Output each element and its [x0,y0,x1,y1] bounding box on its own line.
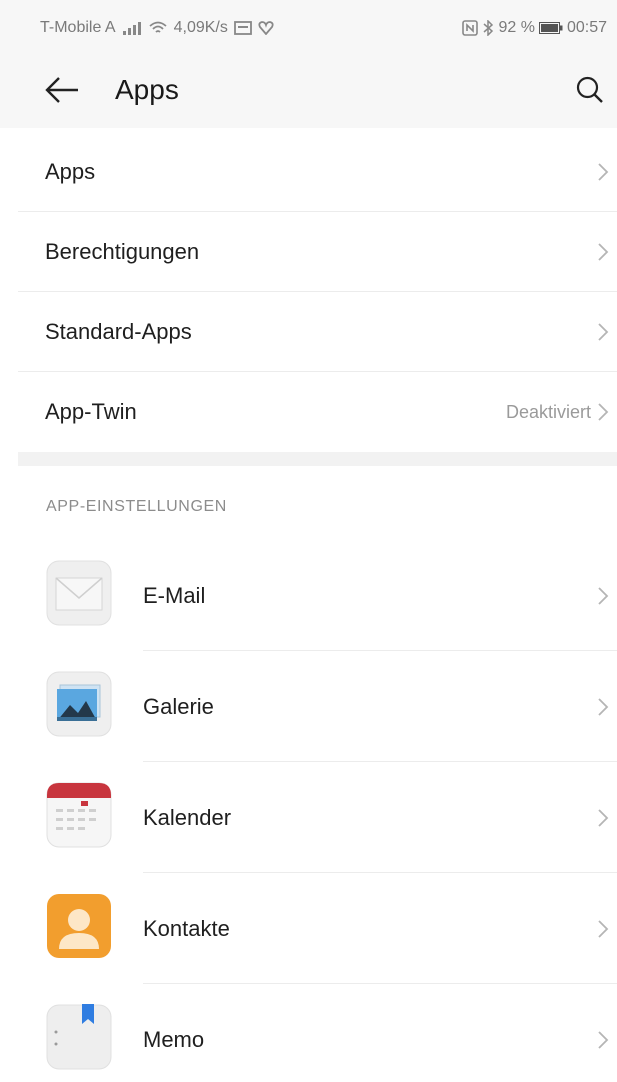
clock: 00:57 [566,19,607,36]
menu-item-label: Standard-Apps [45,318,192,344]
menu-item-label: Apps [45,158,96,184]
search-icon [575,75,605,110]
nfc-icon [462,20,479,36]
chevron-right-icon [597,584,611,608]
app-item-kalender[interactable]: Kalender [18,762,617,873]
wifi-icon [148,20,168,36]
menu-item-berechtigungen[interactable]: Berechtigungen [18,212,617,292]
app-item-kontakte[interactable]: Kontakte [18,873,617,984]
row-right [591,132,611,211]
carrier-label: T-Mobile A [40,19,116,36]
status-bar: T-Mobile A 4,09K/s 92 % 00:57 [0,0,617,56]
arrow-left-icon [44,76,80,109]
calendar-app-icon [46,782,112,848]
battery-icon [538,22,563,34]
chevron-right-icon [597,1028,611,1052]
chevron-right-icon [597,695,611,719]
screen: T-Mobile A 4,09K/s 92 % 00:57 Apps Apps … [0,0,617,1082]
app-bar: Apps [0,56,617,128]
network-speed: 4,09K/s [173,19,228,36]
app-item-galerie[interactable]: Galerie [18,651,617,762]
chevron-right-icon [597,400,611,424]
menu-item-app-twin[interactable]: App-Twin Deaktiviert [18,372,617,452]
app-item-label: Kontakte [143,915,230,941]
contacts-app-icon [46,893,112,959]
app-item-label: Memo [143,1026,205,1052]
row-right: Deaktiviert [506,372,611,452]
app-item-label: Kalender [143,804,232,830]
app-item-memo[interactable]: Memo [18,984,617,1082]
row-right [597,873,611,984]
menu-item-label: App-Twin [45,399,137,424]
search-button[interactable] [572,74,608,110]
app-item-email[interactable]: E-Mail [18,540,617,651]
menu-item-standard-apps[interactable]: Standard-Apps [18,292,617,372]
app-settings-list: E-Mail Galerie Kalender Kontakte Memo [18,540,617,1082]
section-divider [18,452,617,466]
row-right [591,212,611,291]
row-right [597,540,611,651]
row-right [597,984,611,1082]
signal-icon [122,21,142,35]
settings-menu: Apps Berechtigungen Standard-Apps App-Tw… [18,132,617,452]
chevron-right-icon [597,160,611,184]
battery-percent: 92 % [498,19,535,36]
email-app-icon [46,560,112,626]
heart-icon [258,21,274,35]
gallery-app-icon [46,671,112,737]
app-twin-status: Deaktiviert [505,401,591,422]
chevron-right-icon [597,320,611,344]
chevron-right-icon [597,917,611,941]
menu-item-label: Berechtigungen [45,238,200,264]
bluetooth-icon [482,20,494,36]
memo-app-icon [46,1004,112,1070]
chevron-right-icon [597,240,611,264]
screen-cast-icon [233,21,252,35]
page-title: Apps [115,74,179,105]
section-header: APP-EINSTELLUNGEN [46,498,227,515]
status-right: 92 % 00:57 [462,19,607,37]
menu-item-apps[interactable]: Apps [18,132,617,212]
back-button[interactable] [44,76,84,108]
chevron-right-icon [597,806,611,830]
app-item-label: E-Mail [143,582,206,608]
status-left: T-Mobile A 4,09K/s [40,19,462,37]
row-right [591,292,611,371]
row-right [597,651,611,762]
row-right [597,762,611,873]
app-item-label: Galerie [143,693,214,719]
